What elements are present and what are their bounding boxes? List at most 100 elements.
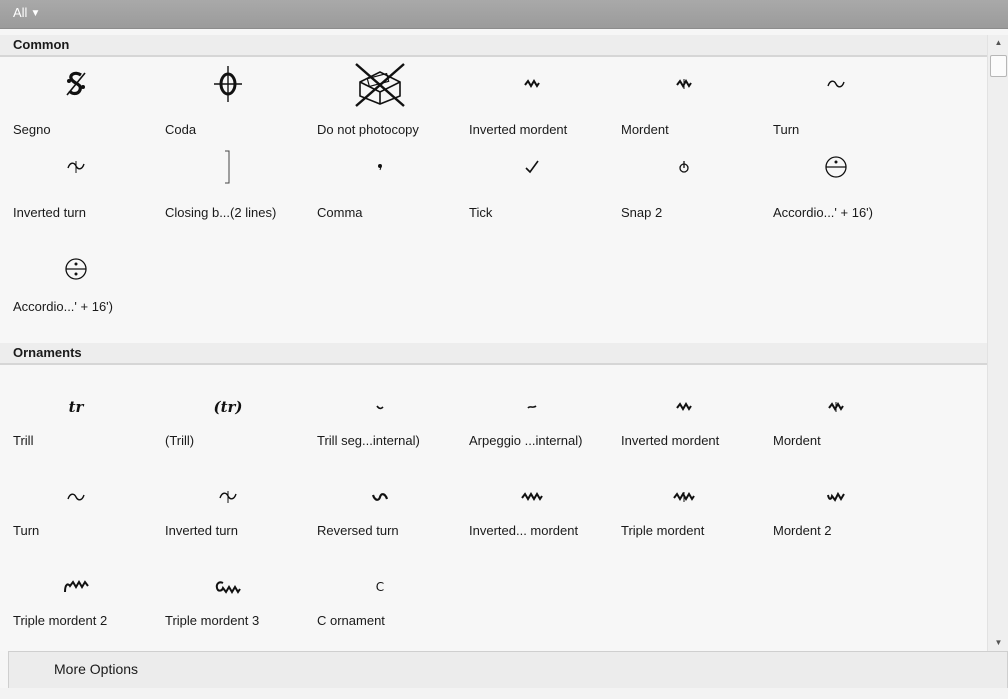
trill-icon: tr [68,398,84,416]
symbol-label: Accordio...' + 16') [13,299,113,314]
symbol-item-arpeggio-segment[interactable]: Arpeggio ...internal) [456,385,608,467]
symbol-label: Triple mordent 3 [165,613,260,628]
c-ornament-icon: C [375,580,385,594]
comma-icon [304,145,456,189]
scroll-down-arrow-icon[interactable]: ▼ [992,637,1005,649]
symbol-label: Trill seg...internal) [317,433,420,448]
symbol-label: (Trill) [165,433,195,448]
symbol-label: Mordent 2 [773,523,832,538]
scroll-up-arrow-icon[interactable]: ▲ [992,37,1005,49]
accordion-register-icon [0,247,152,291]
section-header-ornaments: Ornaments [0,343,987,365]
symbol-label: Coda [165,122,197,137]
reversed-turn-icon [304,475,456,519]
section-title: Common [13,37,70,52]
symbol-item-segno[interactable]: Segno [0,62,152,144]
inverted-long-mordent-icon [456,475,608,519]
tick-icon [456,145,608,189]
turn-icon [0,475,152,519]
symbol-label: Trill [13,433,34,448]
category-filter-dropdown[interactable]: All ▼ [13,5,40,20]
symbol-item-reversed-turn[interactable]: Reversed turn [304,475,456,557]
triple-mordent-3-icon [152,565,304,609]
symbols-panel: Common Segno Coda Do not photocopy Inver… [0,35,987,651]
symbol-label: Arpeggio ...internal) [469,433,583,448]
symbol-item-trill[interactable]: tr Trill [0,385,152,467]
symbol-label: Triple mordent 2 [13,613,108,628]
symbol-item-mordent[interactable]: Mordent [608,62,760,144]
inverted-mordent-icon [456,62,608,106]
symbol-item-comma[interactable]: Comma [304,145,456,227]
mordent-icon [760,385,912,429]
symbol-label: Inverted turn [13,205,86,220]
symbol-item-do-not-photocopy[interactable]: Do not photocopy [304,62,456,144]
chevron-down-icon: ▼ [30,8,41,19]
symbol-label: Closing b...(2 lines) [165,205,277,220]
symbol-label: Mordent [621,122,669,137]
symbol-label: Inverted mordent [469,122,568,137]
trill-segment-icon [304,385,456,429]
symbol-label: Accordio...' + 16') [773,205,873,220]
symbol-item-turn-2[interactable]: Turn [0,475,152,557]
section-title: Ornaments [13,345,82,360]
symbol-item-trill-segment[interactable]: Trill seg...internal) [304,385,456,467]
symbol-label: Inverted... mordent [469,523,579,538]
symbol-label: Segno [13,122,51,137]
symbol-item-coda[interactable]: Coda [152,62,304,144]
symbol-label: Turn [13,523,40,538]
inverted-turn-icon [152,475,304,519]
trill-paren-icon: (tr) [213,398,243,416]
triple-mordent-icon [608,475,760,519]
filter-label: All [13,5,28,20]
symbol-item-triple-mordent-2[interactable]: Triple mordent 2 [0,565,152,647]
inverted-mordent-icon [608,385,760,429]
symbol-label: C ornament [317,613,385,628]
symbol-label: Inverted mordent [621,433,720,448]
scrollbar-thumb[interactable] [990,55,1007,77]
symbol-item-closing-bracket[interactable]: Closing b...(2 lines) [152,145,304,227]
coda-icon [152,62,304,106]
mordent-2-icon [760,475,912,519]
symbol-item-trill-paren[interactable]: (tr) (Trill) [152,385,304,467]
symbol-label: Mordent [773,433,821,448]
symbol-label: Do not photocopy [317,122,419,137]
do-not-photocopy-icon [304,62,456,107]
symbol-label: Turn [773,122,800,137]
bottom-options-bar: More Options [8,651,1008,689]
symbol-label: Reversed turn [317,523,399,538]
symbol-item-snap[interactable]: Snap 2 [608,145,760,227]
snap-icon [608,145,760,189]
symbol-item-accordion-register[interactable]: Accordio...' + 16') [760,145,912,227]
symbol-item-triple-mordent[interactable]: Triple mordent [608,475,760,557]
symbol-label: Snap 2 [621,205,663,220]
vertical-scrollbar[interactable]: ▲ ▼ [987,35,1008,651]
closing-bracket-icon [152,145,304,189]
symbol-item-inverted-turn[interactable]: Inverted turn [0,145,152,227]
symbol-item-inverted-turn-2[interactable]: Inverted turn [152,475,304,557]
palette-toolbar: All ▼ [0,0,1008,29]
symbol-item-triple-mordent-3[interactable]: Triple mordent 3 [152,565,304,647]
section-header-common: Common [0,35,987,57]
mordent-icon [608,62,760,106]
segno-icon [0,62,152,106]
footer-strip [0,688,1008,699]
symbol-label: Triple mordent [621,523,705,538]
symbol-label: Inverted turn [165,523,238,538]
accordion-register-icon [760,145,912,189]
triple-mordent-2-icon [0,565,152,609]
inverted-turn-icon [0,145,152,189]
symbol-item-turn[interactable]: Turn [760,62,912,144]
symbol-item-inverted-long-mordent[interactable]: Inverted... mordent [456,475,608,557]
symbol-label: Tick [469,205,493,220]
symbol-item-mordent-2[interactable]: Mordent [760,385,912,467]
arpeggio-segment-icon [456,385,608,429]
symbol-item-inverted-mordent-2[interactable]: Inverted mordent [608,385,760,467]
turn-icon [760,62,912,106]
symbol-item-accordion-register-2[interactable]: Accordio...' + 16') [0,247,152,329]
symbol-label: Comma [317,205,363,220]
symbol-item-tick[interactable]: Tick [456,145,608,227]
symbol-item-mordent-2-alt[interactable]: Mordent 2 [760,475,912,557]
more-options-button[interactable]: More Options [54,661,138,677]
symbol-item-inverted-mordent[interactable]: Inverted mordent [456,62,608,144]
symbol-item-c-ornament[interactable]: C C ornament [304,565,456,647]
